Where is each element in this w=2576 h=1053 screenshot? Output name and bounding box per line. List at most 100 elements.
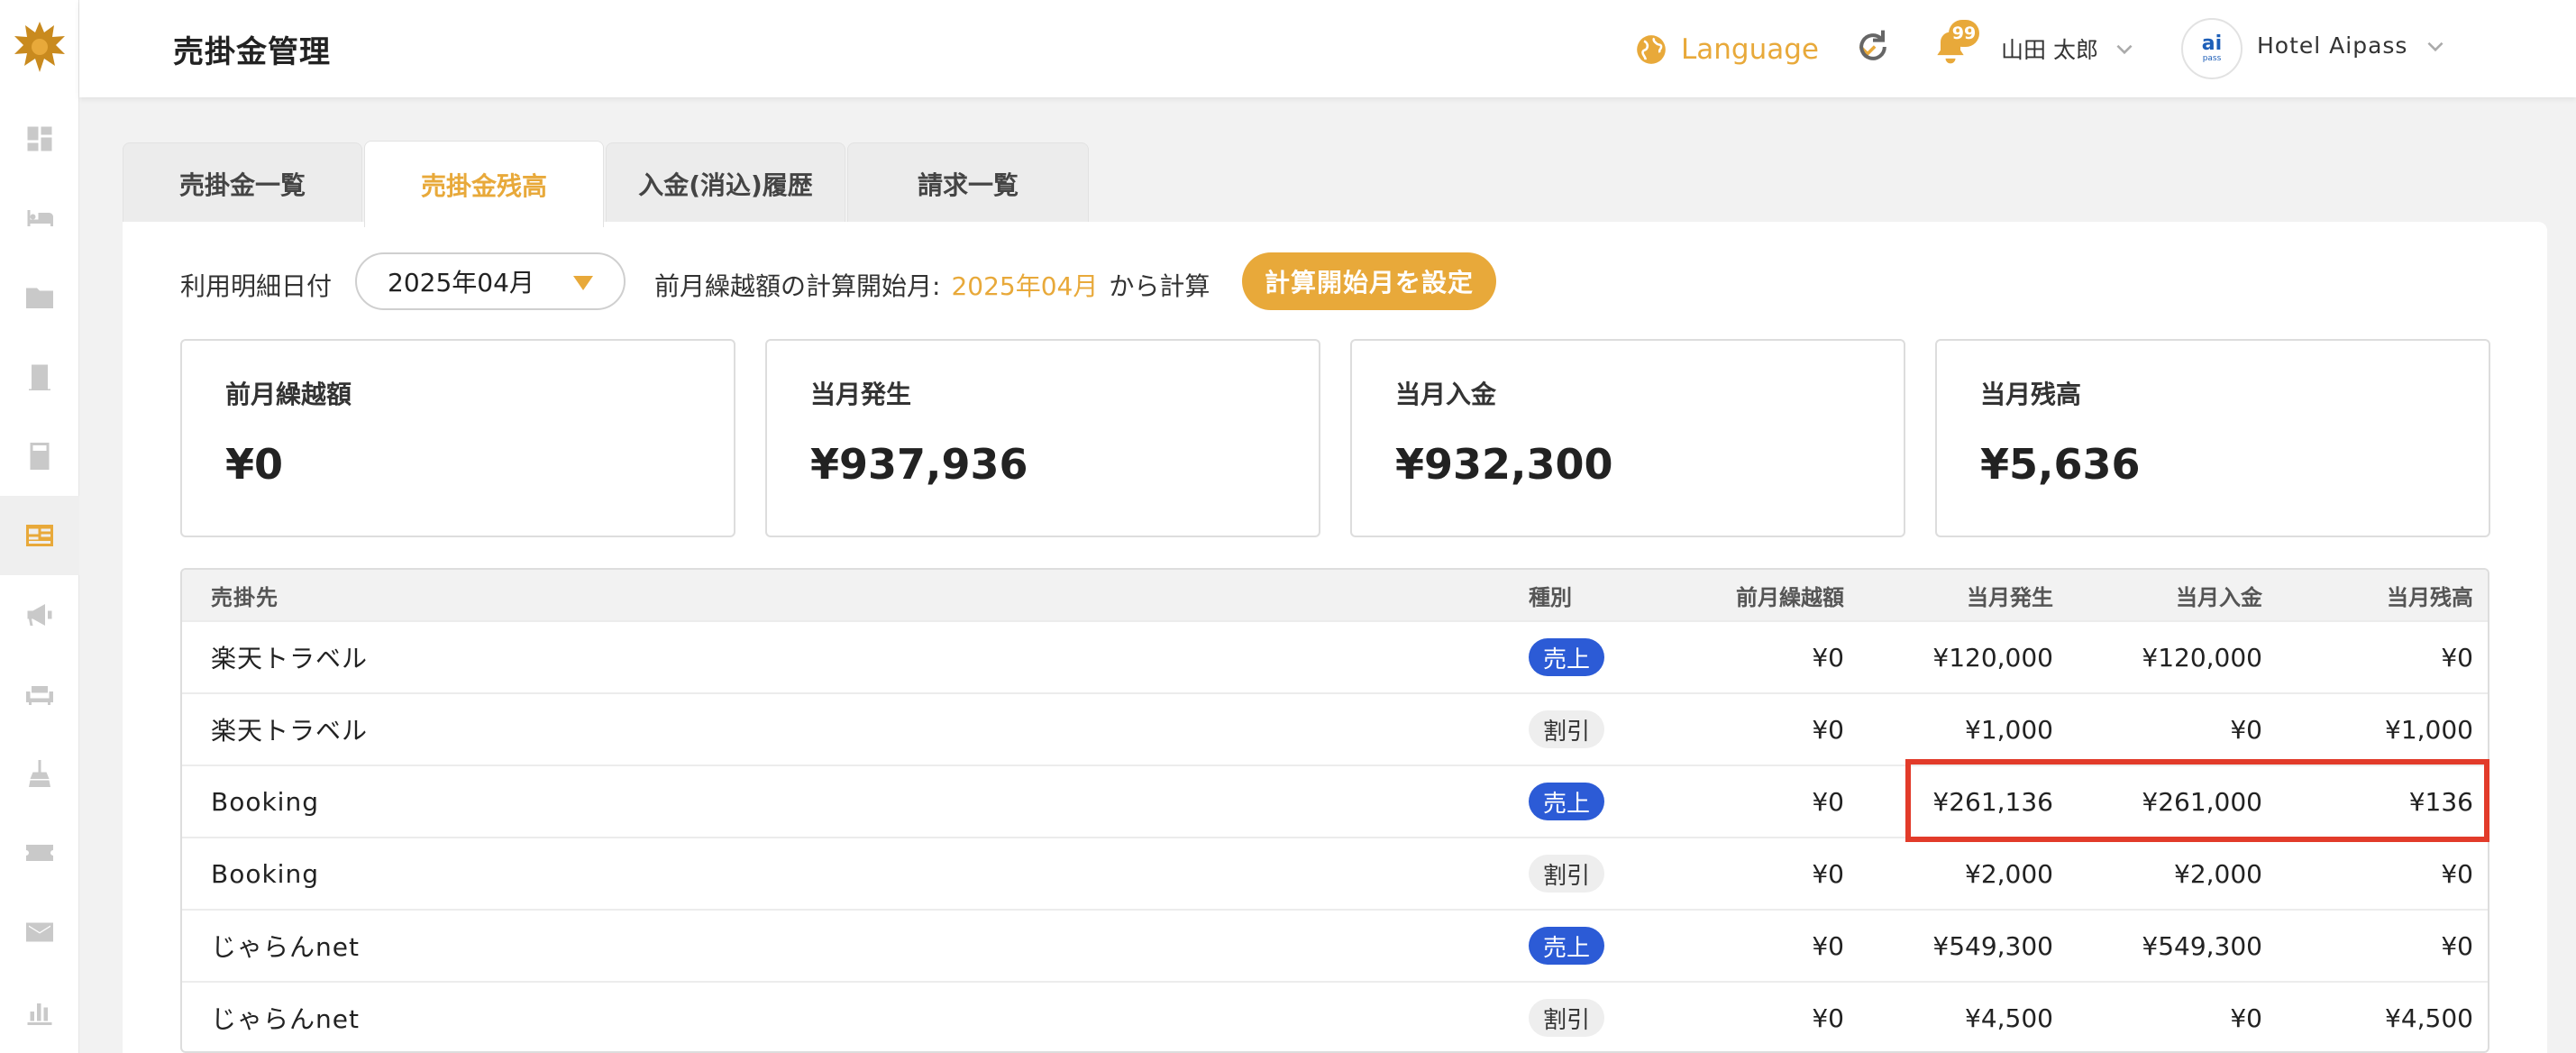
row-occurred: ¥4,500 [1965,1003,2053,1033]
language-selector[interactable]: Language [1634,27,1880,72]
row-type-cell: 売上 [1529,766,1605,837]
user-name: 山田 太郎 [2001,37,2098,63]
calculator-icon [30,443,50,470]
table-row[interactable]: じゃらんnet 売上 ¥0 ¥549,300 ¥549,300 ¥0 [182,909,2488,981]
hotel-avatar[interactable]: ai pass [2181,18,2243,79]
header-type: 種別 [1529,584,1572,610]
chevron-down-icon [2427,41,2444,51]
globe-icon [1637,35,1666,64]
type-badge-sales: 売上 [1529,783,1605,820]
set-calc-start-button[interactable]: 計算開始月を設定 [1242,252,1496,310]
row-prev-balance: ¥0 [1812,858,1844,889]
sidebar-item-tickets[interactable] [0,813,79,893]
table-row[interactable]: Booking 割引 ¥0 ¥2,000 ¥2,000 ¥0 [182,837,2488,909]
sidebar-item-rooms[interactable] [0,179,79,258]
header-name: 売掛先 [211,584,279,610]
summary-value: ¥932,300 [1395,440,1613,489]
bed-icon [27,210,53,226]
row-prev-balance: ¥0 [1812,786,1844,817]
receivables-icon [26,525,53,546]
table-header: 売掛先 種別 前月繰越額 当月発生 当月入金 当月残高 [182,570,2488,620]
row-name: 楽天トラベル [211,644,369,673]
table-row[interactable]: 楽天トラベル 割引 ¥0 ¥1,000 ¥0 ¥1,000 [182,692,2488,765]
row-balance: ¥4,500 [2385,1003,2473,1033]
table-row[interactable]: 楽天トラベル 売上 ¥0 ¥120,000 ¥120,000 ¥0 [182,620,2488,692]
row-occurred: ¥1,000 [1965,714,2053,745]
summary-value: ¥5,636 [1980,440,2141,489]
dropdown-triangle-icon [573,276,593,290]
summary-card-occurred: 当月発生 ¥937,936 [765,339,1320,537]
sidebar-item-receivables[interactable] [0,496,79,575]
table-row[interactable]: じゃらんnet 割引 ¥0 ¥4,500 ¥0 ¥4,500 [182,981,2488,1051]
door-icon [29,364,50,390]
row-deposit: ¥0 [2230,714,2262,745]
row-deposit: ¥120,000 [2142,642,2262,673]
chevron-down-icon [2116,44,2133,55]
row-prev-balance: ¥0 [1812,642,1844,673]
row-deposit: ¥0 [2230,1003,2262,1033]
sidebar-item-cleaning[interactable] [0,734,79,813]
language-label: Language [1681,33,1819,66]
sidebar-item-dashboard[interactable] [0,99,79,179]
mail-icon [26,922,53,942]
calc-start-prefix: 前月繰越額の計算開始月: [654,271,941,301]
sidebar-item-guests[interactable] [0,258,79,337]
bar-chart-icon [27,1003,52,1025]
calc-start-suffix: から計算 [1109,271,1210,301]
hotel-menu[interactable]: Hotel Aipass [2257,32,2447,59]
row-prev-balance: ¥0 [1812,930,1844,961]
notification-count-badge: 99 [1949,20,1979,47]
sidebar [0,0,79,1053]
summary-value: ¥937,936 [810,440,1028,489]
header-balance: 当月残高 [2387,584,2473,610]
tab-invoice-list[interactable]: 請求一覧 [847,142,1089,224]
highlight-box [1905,759,2489,842]
tab-payment-history[interactable]: 入金(消込)履歴 [606,142,845,224]
row-type-cell: 割引 [1529,983,1605,1051]
folder-user-icon [26,288,53,308]
type-badge-discount: 割引 [1529,999,1605,1037]
row-name: じゃらんnet [211,932,360,962]
summary-label: 当月入金 [1395,380,1497,409]
type-badge-discount: 割引 [1529,710,1605,748]
row-prev-balance: ¥0 [1812,714,1844,745]
sidebar-item-accounting[interactable] [0,417,79,496]
type-badge-sales: 売上 [1529,638,1605,676]
row-name: 楽天トラベル [211,716,369,746]
tab-receivables-list[interactable]: 売掛金一覧 [123,142,362,224]
row-deposit: ¥2,000 [2174,858,2262,889]
sidebar-item-marketing[interactable] [0,575,79,655]
summary-label: 当月発生 [810,380,912,409]
summary-label: 当月残高 [1980,380,2082,409]
sofa-icon [26,686,53,705]
sidebar-item-messages[interactable] [0,893,79,972]
month-select[interactable]: 2025年04月 [355,252,626,310]
summary-card-balance: 当月残高 ¥5,636 [1935,339,2490,537]
summary-label: 前月繰越額 [225,380,352,409]
row-name: じゃらんnet [211,1004,360,1034]
ticket-icon [26,845,53,861]
row-type-cell: 売上 [1529,622,1605,692]
row-type-cell: 割引 [1529,694,1605,765]
sidebar-item-facilities[interactable] [0,655,79,734]
summary-card-deposit: 当月入金 ¥932,300 [1350,339,1905,537]
sidebar-item-reports[interactable] [0,972,79,1051]
refresh-icon[interactable] [1853,27,1893,67]
hotel-logo-icon[interactable] [13,20,67,74]
row-occurred: ¥549,300 [1932,930,2053,961]
row-balance: ¥1,000 [2385,714,2473,745]
type-badge-sales: 売上 [1529,927,1605,965]
row-name: Booking [211,786,319,817]
summary-value: ¥0 [225,440,284,489]
row-balance: ¥0 [2441,858,2473,889]
sidebar-item-checkin[interactable] [0,337,79,417]
user-menu[interactable]: 山田 太郎 [2001,32,2136,65]
avatar-logo-text: ai [2201,32,2223,55]
megaphone-icon [27,604,52,626]
type-badge-discount: 割引 [1529,855,1605,893]
row-type-cell: 割引 [1529,838,1605,909]
summary-card-prev-balance: 前月繰越額 ¥0 [180,339,735,537]
hotel-name: Hotel Aipass [2257,32,2408,59]
tab-receivables-balance[interactable]: 売掛金残高 [364,141,604,227]
calc-start-info: 前月繰越額の計算開始月: 2025年04月 から計算 [654,267,1210,303]
